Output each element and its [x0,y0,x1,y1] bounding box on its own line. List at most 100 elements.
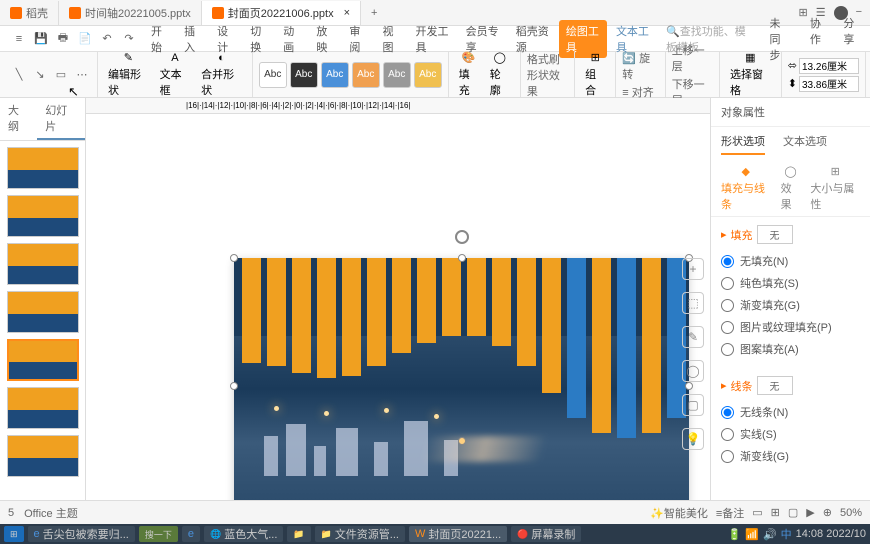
line-preset-select[interactable]: 无 [757,376,793,395]
start-button[interactable]: ⊞ [4,526,24,542]
tray-icon[interactable]: 🔋 [728,528,742,541]
line-none-radio[interactable]: 无线条(N) [721,401,860,423]
notes-button[interactable]: ≡备注 [716,505,744,521]
fill-preset-select[interactable]: 无 [757,225,793,244]
task-item[interactable]: 🌐蓝色大气... [204,526,283,542]
stripe [467,258,486,336]
slide-thumb-2[interactable] [7,195,79,237]
fill-gradient-radio[interactable]: 渐变填充(G) [721,294,860,316]
undo-icon[interactable]: ↶ [98,30,116,48]
line-gradient-radio[interactable]: 渐变线(G) [721,445,860,467]
zoom-in-button[interactable]: + [682,258,704,280]
shape-options-tab[interactable]: 形状选项 [721,133,765,155]
task-item[interactable]: 📁 [287,526,310,542]
rect-button[interactable]: ▢ [682,394,704,416]
fill-line-tab[interactable]: ◆填充与线条 [721,165,771,212]
style-swatch-4[interactable]: Abc [352,62,380,88]
style-swatch-3[interactable]: Abc [321,62,349,88]
preview-icon[interactable]: 📄 [76,30,94,48]
tray-icon[interactable]: 🔊 [763,528,777,541]
stripe [617,258,636,438]
redo-icon[interactable]: ↷ [120,30,138,48]
outline-tab[interactable]: 大纲 [0,98,37,140]
crop-button[interactable]: ⬚ [682,292,704,314]
task-item[interactable]: e [182,526,200,542]
group-button[interactable]: ⊞组合 [581,49,609,100]
print-icon[interactable]: 🖶 [54,30,72,48]
edit-shape-button[interactable]: ✎编辑形状 [104,49,153,100]
effect-tab[interactable]: ◯效果 [781,165,801,212]
fill-picture-radio[interactable]: 图片或纹理填充(P) [721,316,860,338]
height-input[interactable] [799,76,859,92]
width-input[interactable] [799,58,859,74]
slide-thumb-3[interactable] [7,243,79,285]
slide-thumb-5[interactable] [7,339,79,381]
stripe [417,258,436,343]
move-up-button[interactable]: 上移一层 [672,42,713,74]
slide-thumb-1[interactable] [7,147,79,189]
task-item[interactable]: W封面页20221... [409,526,507,542]
beautify-button[interactable]: ✨智能美化 [650,505,708,521]
shape-effect-button[interactable]: 形状效果 [527,67,568,99]
height-icon: ⬍ [788,77,797,90]
task-item[interactable]: 📁文件资源管... [315,526,405,542]
task-item[interactable]: 🔴屏幕录制 [511,526,581,542]
slide-thumb-4[interactable] [7,291,79,333]
cursor-icon: ↖ [68,84,79,100]
rotate-button[interactable]: 🔄 旋转 [622,50,658,82]
zoom-slider[interactable]: ⊕ [823,506,832,519]
view-slideshow-button[interactable]: ▶ [806,506,814,519]
fill-pattern-radio[interactable]: 图案填充(A) [721,338,860,360]
panel-title: 对象属性 [711,98,870,127]
view-sorter-button[interactable]: ⊞ [771,506,780,519]
fill-section-header[interactable]: ▸ 填充无 [721,225,860,244]
style-swatch-6[interactable]: Abc [414,62,442,88]
view-reading-button[interactable]: ▢ [788,506,798,519]
line-section-header[interactable]: ▸ 线条无 [721,376,860,395]
rotate-handle[interactable] [455,230,469,244]
tab-label: 封面页20221006.pptx [228,5,334,21]
hint-button[interactable]: 💡 [682,428,704,450]
tray-icon[interactable]: 📶 [745,528,759,541]
style-swatch-2[interactable]: Abc [290,62,318,88]
format-painter-button[interactable]: 格式刷 [527,51,568,67]
select-pane-button[interactable]: ▦选择窗格 [726,49,775,100]
stripe [267,258,286,366]
slides-tab[interactable]: 幻灯片 [37,98,85,140]
slide-canvas[interactable] [234,258,689,514]
view-normal-button[interactable]: ▭ [752,506,762,519]
tab-home[interactable]: 稻壳 [0,1,59,25]
save-icon[interactable]: 💾 [32,30,50,48]
rect-tool[interactable]: ▭ [52,66,70,84]
combine-button[interactable]: ◐合并形状 [197,50,246,100]
style-swatch-1[interactable]: Abc [259,62,287,88]
text-options-tab[interactable]: 文本选项 [783,133,827,155]
clock[interactable]: 14:08 2022/10 [796,528,866,540]
slide-thumb-7[interactable] [7,435,79,477]
fill-solid-radio[interactable]: 纯色填充(S) [721,272,860,294]
stripe [642,258,661,433]
ruler-horizontal: |16|·|14|·|12|·|10|·|8|·|6|·|4|·|2|·|0|·… [86,98,710,114]
outline-button[interactable]: ◯轮廓 [486,49,514,100]
width-icon: ⬄ [788,59,797,72]
text-box-button[interactable]: A文本框 [156,50,194,100]
fill-none-radio[interactable]: 无填充(N) [721,250,860,272]
ime-indicator[interactable]: 中 [781,526,792,542]
size-tab[interactable]: ⊞大小与属性 [810,165,860,212]
fill-button[interactable]: 🎨填充 [455,49,483,100]
arrow-tool[interactable]: ↘ [31,66,49,84]
circle-button[interactable]: ◯ [682,360,704,382]
zoom-value[interactable]: 50% [840,507,862,519]
pen-button[interactable]: ✎ [682,326,704,348]
line-solid-radio[interactable]: 实线(S) [721,423,860,445]
close-icon[interactable]: × [344,7,350,19]
task-item[interactable]: e舌尖包被索要归... [28,526,135,542]
line-tool[interactable]: ╲ [10,66,28,84]
stripe [242,258,261,363]
task-item[interactable]: 搜一下 [139,526,178,542]
style-swatch-5[interactable]: Abc [383,62,411,88]
canvas-area[interactable]: |16|·|14|·|12|·|10|·|8|·|6|·|4|·|2|·|0|·… [86,98,710,518]
slide-thumb-6[interactable] [7,387,79,429]
menu-icon[interactable]: ≡ [10,30,28,48]
more-shapes[interactable]: ⋯ [73,66,91,84]
